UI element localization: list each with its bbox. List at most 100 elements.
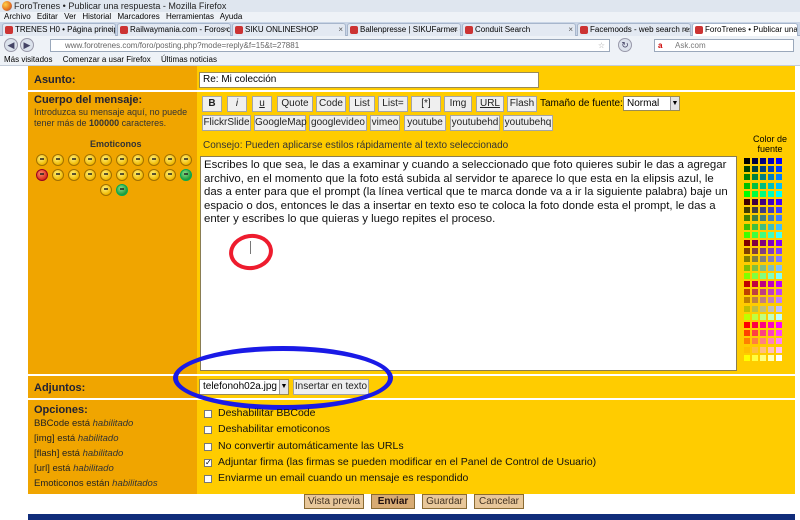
color-swatch[interactable] — [752, 313, 758, 320]
color-swatch[interactable] — [776, 281, 782, 287]
color-swatch[interactable] — [768, 297, 774, 304]
color-swatch[interactable] — [776, 313, 782, 320]
color-swatch[interactable] — [752, 256, 758, 263]
cool-icon[interactable] — [148, 154, 160, 166]
color-swatch[interactable] — [760, 346, 766, 353]
color-swatch[interactable] — [744, 248, 750, 255]
font-size-select[interactable]: Normal ▼ — [623, 96, 680, 111]
googlemap-button[interactable]: GoogleMap — [254, 115, 307, 131]
color-swatch[interactable] — [760, 281, 766, 287]
color-swatch[interactable] — [744, 199, 750, 205]
color-swatch[interactable] — [768, 231, 774, 238]
color-swatch[interactable] — [752, 215, 758, 222]
color-swatch[interactable] — [744, 346, 750, 353]
color-swatch[interactable] — [744, 289, 750, 296]
color-swatch[interactable] — [760, 174, 766, 181]
tongue-icon[interactable] — [180, 154, 192, 166]
youtube-button[interactable]: youtube — [404, 115, 446, 131]
color-swatch[interactable] — [776, 289, 782, 296]
color-swatch[interactable] — [776, 330, 782, 337]
crying-icon[interactable] — [84, 169, 96, 181]
color-swatch[interactable] — [768, 338, 774, 345]
tab-ballenpresse[interactable]: Ballenpresse | SIKUFarmer - Grünla...× — [347, 23, 461, 36]
color-swatch[interactable] — [768, 281, 774, 287]
color-swatch[interactable] — [768, 166, 774, 173]
color-swatch[interactable] — [752, 182, 758, 189]
color-swatch[interactable] — [776, 223, 782, 230]
notify-email-checkbox[interactable] — [204, 475, 212, 483]
color-swatch[interactable] — [760, 199, 766, 205]
menu-ver[interactable]: Ver — [64, 12, 76, 21]
color-swatch[interactable] — [760, 215, 766, 222]
color-swatch[interactable] — [744, 322, 750, 328]
sad-icon[interactable] — [84, 154, 96, 166]
color-swatch[interactable] — [744, 256, 750, 263]
menu-herramientas[interactable]: Herramientas — [166, 12, 214, 21]
color-swatch[interactable] — [768, 272, 774, 279]
color-swatch[interactable] — [776, 264, 782, 271]
color-swatch[interactable] — [752, 338, 758, 345]
attach-signature-checkbox[interactable]: ✓ — [204, 459, 212, 467]
color-swatch[interactable] — [776, 338, 782, 345]
color-swatch[interactable] — [768, 182, 774, 189]
confused-icon[interactable] — [132, 154, 144, 166]
color-swatch[interactable] — [760, 264, 766, 271]
color-swatch[interactable] — [752, 297, 758, 304]
color-swatch[interactable] — [760, 248, 766, 255]
cancel-button[interactable]: Cancelar — [474, 494, 524, 509]
color-swatch[interactable] — [776, 182, 782, 189]
address-bar[interactable]: www.forotrenes.com/foro/posting.php?mode… — [50, 39, 610, 52]
color-swatch[interactable] — [776, 248, 782, 255]
color-swatch[interactable] — [752, 281, 758, 287]
message-textarea[interactable]: Escribes lo que sea, le das a examinar y… — [200, 156, 737, 371]
color-swatch[interactable] — [768, 256, 774, 263]
color-swatch[interactable] — [776, 240, 782, 246]
color-swatch[interactable] — [768, 174, 774, 181]
img-button[interactable]: Img — [444, 96, 472, 112]
tab-facemoods[interactable]: Facemoods - web search results - ...× — [577, 23, 691, 36]
color-swatch[interactable] — [752, 330, 758, 337]
color-swatch[interactable] — [760, 305, 766, 312]
color-swatch[interactable] — [744, 207, 750, 214]
color-swatch[interactable] — [760, 330, 766, 337]
color-swatch[interactable] — [776, 272, 782, 279]
color-swatch[interactable] — [768, 330, 774, 337]
color-swatch[interactable] — [752, 248, 758, 255]
color-swatch[interactable] — [744, 182, 750, 189]
color-swatch[interactable] — [776, 354, 782, 361]
color-swatch[interactable] — [768, 354, 774, 361]
color-swatch[interactable] — [752, 354, 758, 361]
code-button[interactable]: Code — [316, 96, 346, 112]
color-swatch[interactable] — [776, 322, 782, 328]
tab-siku-onlineshop[interactable]: SIKU ONLINESHOP × — [232, 23, 346, 36]
color-swatch[interactable] — [744, 305, 750, 312]
neutral-icon[interactable] — [148, 169, 160, 181]
color-swatch[interactable] — [768, 248, 774, 255]
color-swatch[interactable] — [752, 305, 758, 312]
color-swatch[interactable] — [776, 215, 782, 222]
disable-bbcode-checkbox[interactable] — [204, 410, 212, 418]
close-icon[interactable]: × — [223, 24, 228, 36]
list-item-button[interactable]: [*] — [411, 96, 441, 112]
alien-icon[interactable] — [116, 184, 128, 196]
idea-icon[interactable] — [164, 169, 176, 181]
flash-button[interactable]: Flash — [507, 96, 537, 112]
color-swatch[interactable] — [760, 158, 766, 164]
color-swatch[interactable] — [776, 256, 782, 263]
color-swatch[interactable] — [752, 223, 758, 230]
menu-archivo[interactable]: Archivo — [4, 12, 31, 21]
close-icon[interactable]: × — [683, 24, 688, 36]
color-swatch[interactable] — [752, 207, 758, 214]
color-swatch[interactable] — [760, 207, 766, 214]
color-swatch[interactable] — [744, 338, 750, 345]
color-swatch[interactable] — [760, 313, 766, 320]
color-swatch[interactable] — [768, 289, 774, 296]
color-swatch[interactable] — [768, 207, 774, 214]
color-swatch[interactable] — [744, 330, 750, 337]
color-swatch[interactable] — [744, 264, 750, 271]
bookmark-ultimas-noticias[interactable]: Últimas noticias — [161, 55, 217, 64]
color-swatch[interactable] — [760, 272, 766, 279]
bookmark-comenzar-firefox[interactable]: Comenzar a usar Firefox — [63, 55, 151, 64]
color-swatch[interactable] — [744, 297, 750, 304]
color-swatch[interactable] — [744, 215, 750, 222]
